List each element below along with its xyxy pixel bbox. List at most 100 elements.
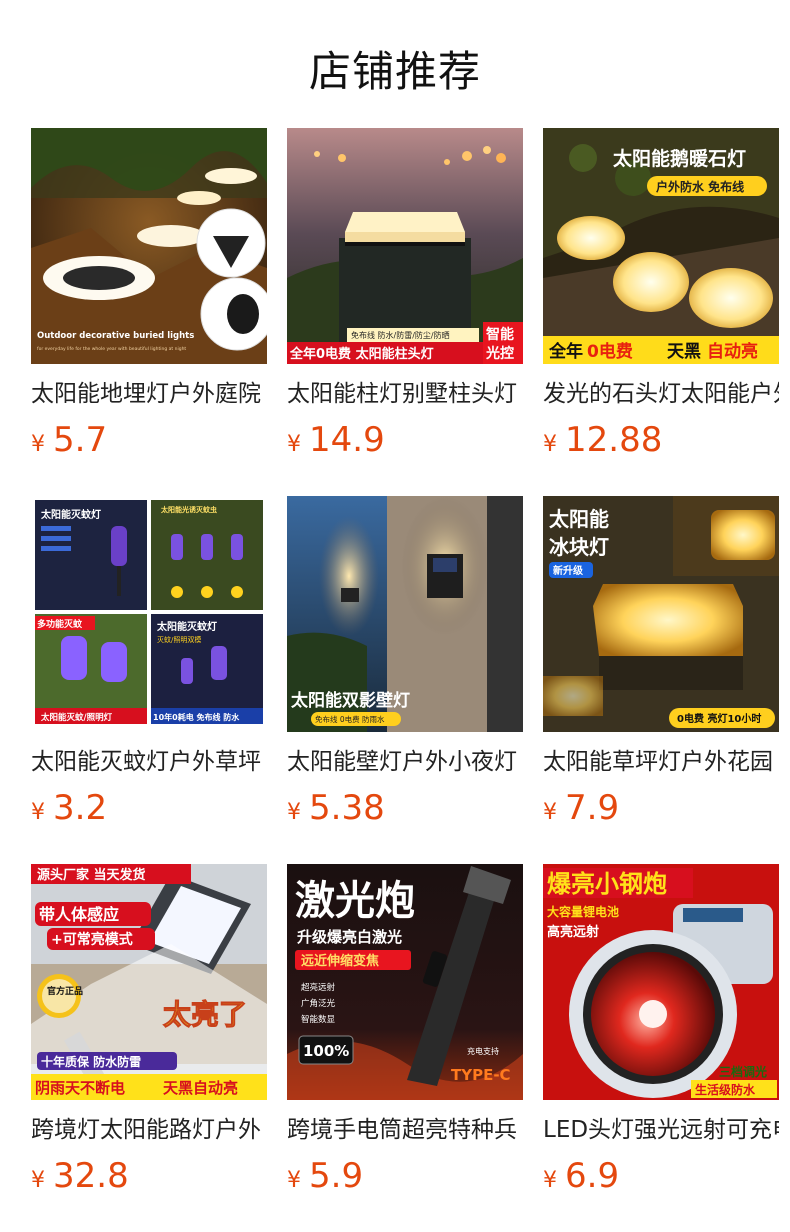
store-recommendation-page: 店铺推荐 Outdoor decorative buried lights fo… (0, 0, 790, 1232)
product-card[interactable]: 太阳能鹅暖石灯 户外防水 免布线 全年 0电费 天黑 自动亮 发光的石头灯太阳能… (543, 128, 779, 496)
image-top: 源头厂家 当天发货 (37, 867, 146, 883)
product-name[interactable]: 太阳能壁灯户外小夜灯 (287, 748, 523, 776)
image-seal: 官方正品 (47, 985, 83, 997)
product-image[interactable]: 免布线 防水/防雷/防尘/防晒 全年0电费 太阳能柱头灯 智能 光控 (287, 128, 523, 364)
image-sub1: 大容量锂电池 (547, 904, 619, 919)
image-tag1: 三档调光 (719, 1064, 767, 1079)
ice-brick-light-image: 太阳能 冰块灯 新升级 0电费 亮灯10小时 (543, 496, 779, 732)
price-value: 7.9 (565, 788, 620, 828)
price-value: 6.9 (565, 1156, 620, 1196)
currency-symbol: ¥ (31, 800, 45, 825)
currency-symbol: ¥ (31, 432, 45, 457)
currency-symbol: ¥ (287, 1168, 301, 1193)
currency-symbol: ¥ (31, 1168, 45, 1193)
product-name[interactable]: LED头灯强光远射可充电 (543, 1116, 779, 1144)
headlamp-image: 爆亮小钢炮 大容量锂电池 高亮远射 三档调光 生活级防水 (543, 864, 779, 1100)
image-banner-a: 全年 (548, 341, 583, 362)
image-tags: 免布线 防水/防雷/防尘/防晒 (351, 330, 450, 340)
product-price: ¥7.9 (543, 788, 779, 828)
image-display: 100% (303, 1042, 349, 1060)
flashlight-image: 激光炮 升级爆亮白激光 远近伸缩变焦 超亮远射 广角泛光 智能数显 100% 充… (287, 864, 523, 1100)
image-big: 太亮了 (163, 998, 247, 1031)
image-banner-c: 天黑 (667, 342, 701, 362)
product-price: ¥5.38 (287, 788, 523, 828)
price-value: 5.7 (53, 420, 108, 460)
pebble-light-image: 太阳能鹅暖石灯 户外防水 免布线 全年 0电费 天黑 自动亮 (543, 128, 779, 364)
currency-symbol: ¥ (543, 800, 557, 825)
product-name[interactable]: 发光的石头灯太阳能户外 (543, 380, 779, 408)
image-bottom-left: 阴雨天不断电 (35, 1079, 125, 1097)
buried-light-image: Outdoor decorative buried lights for eve… (31, 128, 267, 364)
image-feature1: 带人体感应 (39, 905, 119, 924)
image-tag: 远近伸缩变焦 (301, 953, 379, 969)
price-value: 3.2 (53, 788, 108, 828)
product-image[interactable]: 爆亮小钢炮 大容量锂电池 高亮远射 三档调光 生活级防水 (543, 864, 779, 1100)
image-headline1: 太阳能 (549, 507, 609, 531)
page-title: 店铺推荐 (308, 47, 481, 96)
product-name[interactable]: 太阳能草坪灯户外花园 (543, 748, 779, 776)
quad1-title: 太阳能灭蚊灯 (40, 508, 101, 521)
product-card[interactable]: 太阳能双影壁灯 免布线 0电费 防雨水 太阳能壁灯户外小夜灯 ¥5.38 (287, 496, 523, 864)
image-banner-b: 0电费 (587, 341, 633, 362)
product-image[interactable]: Outdoor decorative buried lights for eve… (31, 128, 267, 364)
product-image[interactable]: 太阳能 冰块灯 新升级 0电费 亮灯10小时 (543, 496, 779, 732)
image-headline2: 冰块灯 (549, 535, 609, 559)
image-headline: 太阳能鹅暖石灯 (613, 147, 746, 170)
wall-light-image: 太阳能双影壁灯 免布线 0电费 防雨水 (287, 496, 523, 732)
product-price: ¥32.8 (31, 1156, 267, 1196)
product-image[interactable]: 太阳能双影壁灯 免布线 0电费 防雨水 (287, 496, 523, 732)
product-card[interactable]: Outdoor decorative buried lights for eve… (31, 128, 267, 496)
product-price: ¥5.9 (287, 1156, 523, 1196)
price-value: 12.88 (565, 420, 663, 460)
product-price: ¥6.9 (543, 1156, 779, 1196)
quad2-title: 太阳能光诱灭蚊虫 (161, 505, 217, 514)
pillar-light-image: 免布线 防水/防雷/防尘/防晒 全年0电费 太阳能柱头灯 智能 光控 (287, 128, 523, 364)
product-card[interactable]: 太阳能 冰块灯 新升级 0电费 亮灯10小时 太阳能草坪灯户外花园 ¥7.9 (543, 496, 779, 864)
image-banner: 全年0电费 太阳能柱头灯 (289, 346, 434, 362)
quad4-sub: 灭蚊/照明双模 (157, 635, 201, 644)
product-name[interactable]: 跨境手电筒超亮特种兵 (287, 1116, 523, 1144)
footer-right: 10年0耗电 免布线 防水 (153, 712, 240, 722)
product-price: ¥3.2 (31, 788, 267, 828)
product-card[interactable]: 免布线 防水/防雷/防尘/防晒 全年0电费 太阳能柱头灯 智能 光控 太阳能柱灯… (287, 128, 523, 496)
image-subline: 户外防水 免布线 (656, 179, 744, 194)
currency-symbol: ¥ (287, 800, 301, 825)
product-name[interactable]: 跨境灯太阳能路灯户外 (31, 1116, 267, 1144)
price-value: 32.8 (53, 1156, 129, 1196)
product-image[interactable]: 太阳能鹅暖石灯 户外防水 免布线 全年 0电费 天黑 自动亮 (543, 128, 779, 364)
product-name[interactable]: 太阳能地埋灯户外庭院 (31, 380, 267, 408)
image-feature2: +可常亮模式 (51, 931, 133, 948)
image-tag: 免布线 0电费 防雨水 (315, 714, 385, 724)
product-card[interactable]: 爆亮小钢炮 大容量锂电池 高亮远射 三档调光 生活级防水 LED头灯强光远射可充… (543, 864, 779, 1232)
product-price: ¥12.88 (543, 420, 779, 460)
image-bullet1: 超亮远射 (301, 982, 336, 993)
quad3-title: 多功能灭蚊 (37, 618, 83, 630)
currency-symbol: ¥ (543, 432, 557, 457)
product-card[interactable]: 激光炮 升级爆亮白激光 远近伸缩变焦 超亮远射 广角泛光 智能数显 100% 充… (287, 864, 523, 1232)
product-price: ¥5.7 (31, 420, 267, 460)
image-quality: 十年质保 防水防雷 (41, 1054, 141, 1069)
image-tag2: 生活级防水 (695, 1082, 756, 1097)
product-name[interactable]: 太阳能柱灯别墅柱头灯 (287, 380, 523, 408)
image-charge: 充电支持 (467, 1046, 499, 1056)
image-bullet3: 智能数显 (301, 1014, 336, 1025)
product-image[interactable]: 源头厂家 当天发货 带人体感应 +可常亮模式 官方正品 太亮了 十年质保 防水防… (31, 864, 267, 1100)
image-badge-line1: 智能 (485, 326, 514, 343)
image-headline: 激光炮 (295, 878, 415, 924)
product-card[interactable]: 太阳能灭蚊灯 太阳能光诱灭蚊虫 多功能灭蚊 太阳能灭蚊灯 灭蚊/照明双模 太阳能… (31, 496, 267, 864)
product-card[interactable]: 源头厂家 当天发货 带人体感应 +可常亮模式 官方正品 太亮了 十年质保 防水防… (31, 864, 267, 1232)
image-banner-d: 自动亮 (707, 341, 758, 362)
image-footer: 0电费 亮灯10小时 (677, 712, 761, 725)
currency-symbol: ¥ (543, 1168, 557, 1193)
image-type: TYPE-C (451, 1066, 511, 1084)
image-headline: 爆亮小钢炮 (547, 870, 667, 898)
price-value: 5.9 (309, 1156, 364, 1196)
price-value: 14.9 (309, 420, 385, 460)
image-caption: Outdoor decorative buried lights (37, 331, 194, 341)
product-grid: Outdoor decorative buried lights for eve… (31, 128, 779, 1232)
product-image[interactable]: 太阳能灭蚊灯 太阳能光诱灭蚊虫 多功能灭蚊 太阳能灭蚊灯 灭蚊/照明双模 太阳能… (31, 496, 267, 732)
currency-symbol: ¥ (287, 432, 301, 457)
product-name[interactable]: 太阳能灭蚊灯户外草坪 (31, 748, 267, 776)
image-subcaption: for everyday life for the whole year wit… (37, 346, 186, 352)
product-image[interactable]: 激光炮 升级爆亮白激光 远近伸缩变焦 超亮远射 广角泛光 智能数显 100% 充… (287, 864, 523, 1100)
